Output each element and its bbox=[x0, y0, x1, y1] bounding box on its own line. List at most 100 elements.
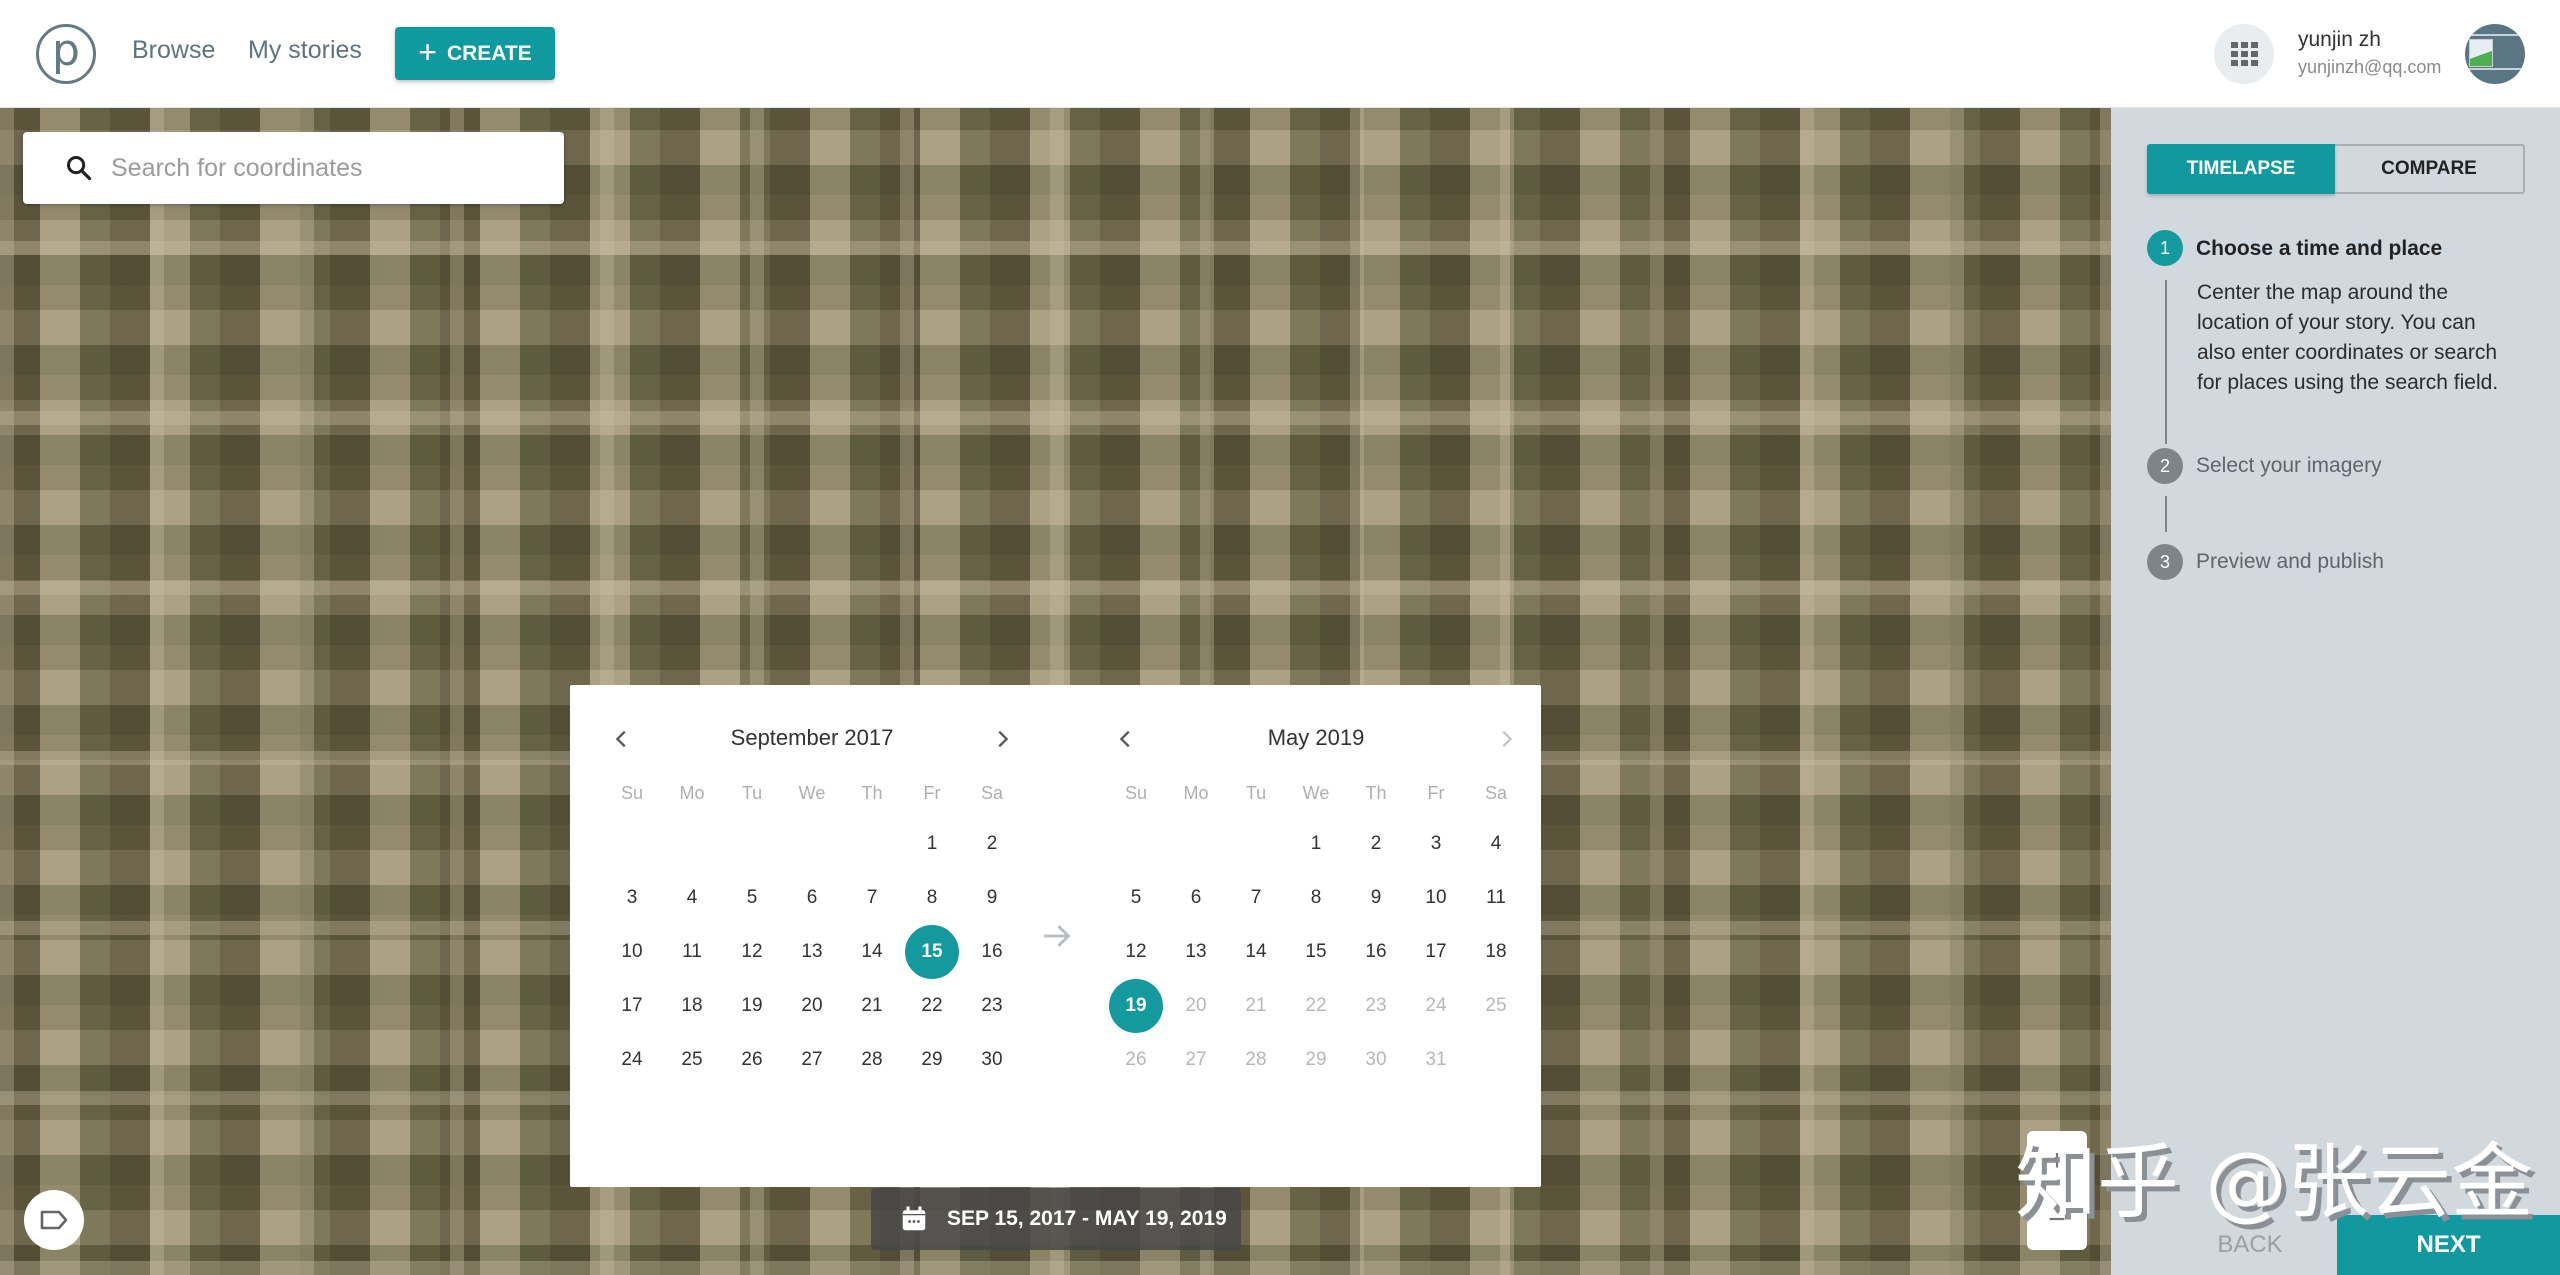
calendar-day[interactable]: 18 bbox=[1466, 925, 1526, 979]
calendar-day[interactable]: 27 bbox=[782, 1033, 842, 1087]
calendar-day[interactable]: 10 bbox=[602, 925, 662, 979]
search-box bbox=[23, 132, 564, 204]
day-number: 1 bbox=[926, 833, 938, 854]
day-number: 31 bbox=[1425, 1049, 1447, 1070]
calendar-day[interactable]: 11 bbox=[1466, 871, 1526, 925]
calendar-day[interactable]: 6 bbox=[782, 871, 842, 925]
calendar-day[interactable]: 28 bbox=[842, 1033, 902, 1087]
weekday-label: Mo bbox=[679, 783, 705, 803]
calendar-day[interactable]: 19 bbox=[722, 979, 782, 1033]
calendar-day[interactable]: 1 bbox=[902, 817, 962, 871]
day-number: 18 bbox=[1485, 941, 1507, 962]
calendar-day[interactable]: 26 bbox=[722, 1033, 782, 1087]
prev-month-left-button[interactable] bbox=[602, 719, 642, 759]
day-number: 3 bbox=[626, 887, 638, 908]
calendar-day[interactable]: 8 bbox=[902, 871, 962, 925]
calendar-day[interactable]: 23 bbox=[962, 979, 1022, 1033]
day-number: 5 bbox=[746, 887, 758, 908]
calendar-day[interactable]: 8 bbox=[1286, 871, 1346, 925]
day-number: 4 bbox=[686, 887, 698, 908]
calendar-day[interactable]: 7 bbox=[1226, 871, 1286, 925]
calendar-day[interactable]: 11 bbox=[662, 925, 722, 979]
calendar-day[interactable]: 14 bbox=[842, 925, 902, 979]
tab-timelapse[interactable]: TIMELAPSE bbox=[2147, 144, 2335, 194]
user-name: yunjin zh bbox=[2298, 28, 2381, 51]
step-2-title: Select your imagery bbox=[2196, 454, 2382, 477]
calendar-day[interactable]: 16 bbox=[1346, 925, 1406, 979]
calendar-day: 27 bbox=[1166, 1033, 1226, 1087]
tab-compare[interactable]: COMPARE bbox=[2335, 144, 2525, 194]
create-button[interactable]: + CREATE bbox=[395, 27, 555, 80]
calendar-day[interactable]: 21 bbox=[842, 979, 902, 1033]
calendar-day[interactable]: 30 bbox=[962, 1033, 1022, 1087]
calendar-day[interactable]: 3 bbox=[1406, 817, 1466, 871]
back-button[interactable]: BACK bbox=[2195, 1225, 2305, 1265]
day-number: 20 bbox=[801, 995, 823, 1016]
nav-browse[interactable]: Browse bbox=[132, 36, 215, 65]
calendar-day[interactable]: 3 bbox=[602, 871, 662, 925]
calendar-day[interactable]: 5 bbox=[722, 871, 782, 925]
calendar-day[interactable]: 2 bbox=[1346, 817, 1406, 871]
zoom-in-button[interactable]: + bbox=[2027, 1131, 2087, 1190]
selected-day[interactable]: 19 bbox=[1106, 979, 1166, 1033]
calendar-day[interactable]: 29 bbox=[902, 1033, 962, 1087]
calendar-day[interactable]: 10 bbox=[1406, 871, 1466, 925]
calendar-day: 25 bbox=[1466, 979, 1526, 1033]
mode-tabs: TIMELAPSE COMPARE bbox=[2147, 144, 2525, 194]
calendar-day[interactable]: 13 bbox=[782, 925, 842, 979]
calendar-day[interactable]: 15 bbox=[1286, 925, 1346, 979]
calendar-day[interactable]: 1 bbox=[1286, 817, 1346, 871]
day-number: 3 bbox=[1430, 833, 1442, 854]
story-sidebar: TIMELAPSE COMPARE 1 Choose a time and pl… bbox=[2111, 108, 2560, 1275]
date-range-label: SEP 15, 2017 - MAY 19, 2019 bbox=[947, 1207, 1227, 1230]
calendar-day[interactable]: 17 bbox=[1406, 925, 1466, 979]
user-email: yunjinzh@qq.com bbox=[2298, 57, 2442, 77]
day-number: 24 bbox=[1425, 995, 1447, 1016]
day-number: 26 bbox=[1125, 1049, 1147, 1070]
calendar-day[interactable]: 9 bbox=[962, 871, 1022, 925]
calendar-day[interactable]: 24 bbox=[602, 1033, 662, 1087]
calendar-day[interactable]: 5 bbox=[1106, 871, 1166, 925]
calendar-day[interactable]: 7 bbox=[842, 871, 902, 925]
calendar-day[interactable]: 18 bbox=[662, 979, 722, 1033]
calendar-day: 21 bbox=[1226, 979, 1286, 1033]
calendar-day[interactable]: 17 bbox=[602, 979, 662, 1033]
calendar-day[interactable]: 4 bbox=[1466, 817, 1526, 871]
calendar-day[interactable]: 6 bbox=[1166, 871, 1226, 925]
calendar-day[interactable]: 25 bbox=[662, 1033, 722, 1087]
calendar-day[interactable]: 16 bbox=[962, 925, 1022, 979]
selected-day[interactable]: 15 bbox=[902, 925, 962, 979]
avatar[interactable] bbox=[2465, 24, 2525, 84]
labels-toggle-button[interactable] bbox=[24, 1190, 84, 1250]
day-number: 21 bbox=[1245, 995, 1267, 1016]
calendar-day: 30 bbox=[1346, 1033, 1406, 1087]
calendar-day[interactable]: 20 bbox=[782, 979, 842, 1033]
calendar-day[interactable]: 22 bbox=[902, 979, 962, 1033]
weekday-header-right: Su Mo Tu We Th Fr Sa bbox=[1106, 783, 1526, 804]
day-number: 25 bbox=[681, 1049, 703, 1070]
day-number: 7 bbox=[1250, 887, 1262, 908]
day-number: 15 bbox=[905, 925, 959, 979]
planet-logo[interactable]: p bbox=[36, 24, 96, 84]
calendar-day[interactable]: 13 bbox=[1166, 925, 1226, 979]
calendar-day[interactable]: 12 bbox=[1106, 925, 1166, 979]
calendar-day[interactable]: 12 bbox=[722, 925, 782, 979]
next-button[interactable]: NEXT bbox=[2337, 1215, 2560, 1275]
day-number: 21 bbox=[861, 995, 883, 1016]
calendar-day[interactable]: 4 bbox=[662, 871, 722, 925]
days-grid-right: 1 2 3 4 5 6 7 8 9 10 11 12 13 14 15 16 17 18 19 20 21 22 23 24 2… bbox=[1106, 817, 1526, 1087]
coordinates-search-input[interactable] bbox=[111, 132, 551, 204]
zoom-out-button[interactable]: − bbox=[2027, 1190, 2087, 1249]
step-2-badge: 2 bbox=[2147, 448, 2183, 484]
apps-grid-button[interactable] bbox=[2214, 24, 2274, 84]
prev-month-right-button[interactable] bbox=[1106, 719, 1146, 759]
arrow-right-icon bbox=[1044, 925, 1071, 947]
nav-my-stories[interactable]: My stories bbox=[248, 36, 362, 65]
calendar-day[interactable]: 14 bbox=[1226, 925, 1286, 979]
calendar-day[interactable]: 2 bbox=[962, 817, 1022, 871]
calendar-day[interactable]: 9 bbox=[1346, 871, 1406, 925]
date-range-button[interactable]: SEP 15, 2017 - MAY 19, 2019 bbox=[871, 1188, 1241, 1250]
day-number: 29 bbox=[1305, 1049, 1327, 1070]
next-month-left-button[interactable] bbox=[982, 719, 1022, 759]
day-number: 12 bbox=[1125, 941, 1147, 962]
